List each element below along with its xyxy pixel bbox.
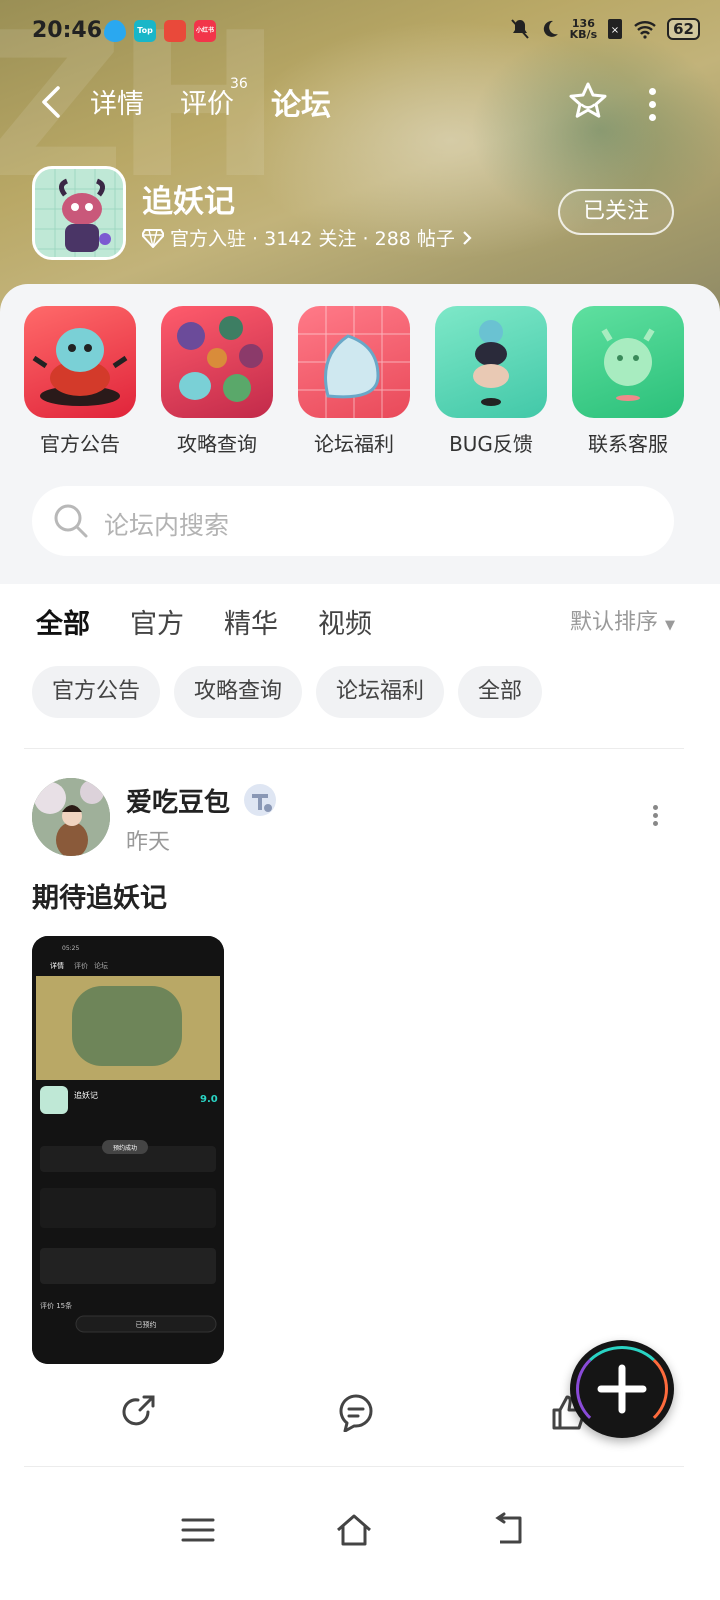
diamond-icon	[142, 228, 164, 248]
shortcut-label: 官方公告	[40, 432, 120, 456]
shortcut-customer-service[interactable]: 联系客服	[572, 306, 684, 457]
xiaohongshu-icon: 小红书	[194, 20, 216, 42]
bug-report-icon	[435, 306, 547, 418]
svg-text:×: ×	[611, 25, 619, 36]
share-icon[interactable]	[118, 1392, 158, 1432]
shot-tab-forum: 论坛	[94, 961, 108, 970]
wifi-icon	[634, 21, 656, 39]
shot-toast: 预约成功	[113, 1144, 137, 1152]
status-bar: 20:46 Top 小红书 136 KB/s × 62	[0, 0, 720, 66]
chip-welfare[interactable]: 论坛福利	[316, 666, 445, 718]
shortcut-label: BUG反馈	[449, 432, 533, 456]
category-chips: 官方公告 攻略查询 论坛福利 全部	[32, 666, 543, 718]
filter-tab-all[interactable]: 全部	[36, 602, 90, 643]
game-name: 追妖记	[142, 184, 235, 220]
net-speed-unit: KB/s	[569, 28, 598, 41]
chip-guides[interactable]: 攻略查询	[174, 666, 303, 718]
divider	[24, 1466, 684, 1467]
avatar[interactable]	[32, 778, 110, 856]
welfare-icon	[298, 306, 410, 418]
post-more-icon[interactable]	[650, 802, 660, 832]
search-placeholder: 论坛内搜索	[104, 511, 230, 540]
shortcut-label: 攻略查询	[177, 432, 257, 456]
sim-icon: ×	[608, 19, 623, 39]
game-mascot-image	[35, 169, 123, 257]
shot-game-name: 追妖记	[74, 1090, 98, 1100]
shot-rating-label: 评价 15条	[40, 1301, 72, 1310]
post-image[interactable]: 05:25 详情 评价 论坛 追妖记 9.0 预约成功 评价 15条 已预约	[32, 936, 224, 1364]
chip-all[interactable]: 全部	[458, 666, 543, 718]
game-app-icon	[164, 20, 186, 42]
battery-level: 62	[667, 18, 700, 40]
back-arrow-icon[interactable]	[38, 84, 66, 120]
status-app-icons: Top 小红书	[104, 20, 216, 42]
reviews-count-badge: 36	[230, 76, 248, 92]
shot-tab-details: 详情	[50, 961, 64, 970]
top-app-icon: Top	[134, 20, 156, 42]
status-right: 136 KB/s × 62	[510, 18, 700, 40]
more-menu-icon[interactable]	[640, 82, 664, 122]
verified-badge-icon	[244, 784, 276, 816]
game-icon[interactable]	[32, 166, 126, 260]
shortcut-row: 官方公告 攻略查询 论坛福利 BUG反馈 联系客服	[0, 306, 720, 456]
plus-icon	[597, 1364, 647, 1414]
post-image-content: 05:25 详情 评价 论坛 追妖记 9.0 预约成功 评价 15条 已预约	[32, 936, 224, 1364]
comment-icon[interactable]	[336, 1392, 376, 1432]
game-meta-text: 官方入驻 · 3142 关注 · 288 帖子	[170, 228, 455, 250]
shortcut-label: 论坛福利	[314, 432, 394, 456]
favorite-star-icon[interactable]	[566, 80, 610, 124]
droplet-icon	[104, 20, 126, 42]
net-speed: 136 KB/s	[570, 18, 597, 40]
shortcut-bug-report[interactable]: BUG反馈	[435, 306, 547, 457]
filter-tab-official[interactable]: 官方	[130, 602, 184, 641]
tab-reviews[interactable]: 评价	[180, 82, 234, 121]
status-time: 20:46	[32, 18, 103, 43]
caret-down-icon: ▼	[665, 618, 676, 633]
filter-tab-video[interactable]: 视频	[318, 602, 372, 641]
post-title[interactable]: 期待追妖记	[32, 876, 167, 915]
filter-tabs: 全部 官方 精华 视频 默认排序 ▼	[0, 596, 720, 646]
announcement-icon	[24, 306, 136, 418]
chevron-right-icon	[463, 230, 472, 245]
home-icon[interactable]	[334, 1510, 374, 1550]
shot-button: 已预约	[136, 1320, 157, 1329]
sort-dropdown[interactable]: 默认排序 ▼	[570, 604, 675, 636]
shortcut-welfare[interactable]: 论坛福利	[298, 306, 410, 457]
sort-label: 默认排序	[570, 610, 659, 635]
game-meta[interactable]: 官方入驻 · 3142 关注 · 288 帖子	[142, 224, 473, 251]
shot-score: 9.0	[200, 1094, 218, 1105]
shortcut-label: 联系客服	[588, 432, 668, 456]
create-post-button[interactable]	[570, 1340, 674, 1438]
shot-time: 05:25	[62, 945, 79, 952]
shortcut-announcements[interactable]: 官方公告	[24, 306, 136, 457]
menu-icon[interactable]	[178, 1510, 218, 1550]
forum-search-input[interactable]: 论坛内搜索	[32, 486, 674, 556]
top-nav: 详情 评价 36 论坛	[0, 70, 720, 134]
back-icon[interactable]	[490, 1510, 530, 1550]
search-icon	[54, 504, 88, 538]
system-nav-bar	[0, 1490, 720, 1600]
post-author[interactable]: 爱吃豆包	[126, 782, 230, 819]
chip-announcements[interactable]: 官方公告	[32, 666, 161, 718]
shot-tab-reviews: 评价	[74, 962, 88, 970]
post-time: 昨天	[126, 830, 171, 855]
mute-bell-icon	[510, 19, 529, 39]
divider	[24, 748, 684, 749]
tab-details[interactable]: 详情	[90, 82, 144, 121]
customer-service-icon	[572, 306, 684, 418]
shortcut-guides[interactable]: 攻略查询	[161, 306, 273, 457]
moon-icon	[543, 20, 558, 37]
follow-button[interactable]: 已关注	[558, 189, 674, 235]
tab-forum[interactable]: 论坛	[271, 80, 331, 126]
filter-tab-featured[interactable]: 精华	[224, 602, 278, 641]
guide-icon	[161, 306, 273, 418]
